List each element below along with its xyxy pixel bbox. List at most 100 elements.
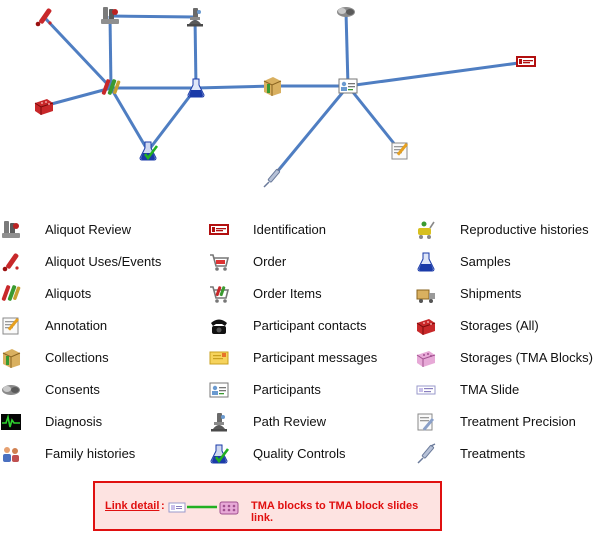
quality-controls-icon xyxy=(210,444,230,464)
storages-all-icon xyxy=(34,99,54,115)
samples-icon xyxy=(417,252,435,272)
path-review-icon xyxy=(211,413,227,432)
node-annotation[interactable] xyxy=(391,142,409,160)
edge-aliquots-quality-controls xyxy=(109,87,150,152)
legend-label: Samples xyxy=(460,254,511,269)
collections-icon xyxy=(2,349,21,368)
legend-label: Participant messages xyxy=(253,350,378,365)
node-storages-all[interactable] xyxy=(34,99,54,115)
aliquots-icon xyxy=(1,285,21,301)
diagram-edges xyxy=(42,11,527,179)
legend-label: Annotation xyxy=(45,318,108,333)
legend-item: Treatment Precision xyxy=(415,411,576,433)
collections-icon xyxy=(263,77,282,96)
participants-icon xyxy=(338,78,358,94)
legend-label: Consents xyxy=(45,382,100,397)
link-detail-box: Link detail : TMA blocks to TMA block sl… xyxy=(93,481,442,531)
diagnosis-icon xyxy=(1,413,21,430)
legend-label: Order Items xyxy=(253,286,322,301)
link-detail-label[interactable]: Link detail xyxy=(105,500,159,512)
legend-item: Samples xyxy=(415,251,511,273)
node-consents[interactable] xyxy=(337,7,355,17)
legend-item: Reproductive histories xyxy=(415,219,589,241)
link-detail-text: TMA blocks to TMA block slides link. xyxy=(251,500,419,524)
legend-item: Participant messages xyxy=(208,347,377,369)
legend-item: Participant contacts xyxy=(208,315,366,337)
legend-item: Family histories xyxy=(0,443,135,465)
participant-messages-icon xyxy=(209,351,229,365)
tma-slide-icon xyxy=(416,385,436,395)
legend-label: Identification xyxy=(253,222,326,237)
annotation-icon xyxy=(391,142,409,160)
node-collections[interactable] xyxy=(263,77,282,96)
legend-label: Quality Controls xyxy=(253,446,346,461)
legend-label: Shipments xyxy=(460,286,522,301)
legend-item: Aliquots xyxy=(0,283,91,305)
legend-label: Treatments xyxy=(460,446,526,461)
node-treatments[interactable] xyxy=(263,167,282,188)
legend-label: Aliquots xyxy=(45,286,92,301)
legend-label: Aliquot Uses/Events xyxy=(45,254,162,269)
legend-label: Path Review xyxy=(253,414,326,429)
legend-item: Diagnosis xyxy=(0,411,102,433)
legend-label: Family histories xyxy=(45,446,136,461)
legend-item: Collections xyxy=(0,347,109,369)
treatments-icon xyxy=(417,443,436,464)
edge-aliquot-review-aliquots xyxy=(108,15,113,89)
order-items-icon xyxy=(210,286,230,303)
edge-samples-collections xyxy=(195,84,273,90)
consents-icon xyxy=(2,385,20,395)
storages-tma-icon xyxy=(416,351,436,367)
aliquot-review-icon xyxy=(2,221,20,238)
edge-path-review-samples xyxy=(193,16,198,89)
edge-participants-annotation xyxy=(346,85,402,152)
legend-item: Aliquot Review xyxy=(0,219,131,241)
identification-icon xyxy=(209,224,229,235)
legend-item: Storages (TMA Blocks) xyxy=(415,347,593,369)
consents-icon xyxy=(337,7,355,17)
node-identification[interactable] xyxy=(516,56,536,67)
legend-item: Shipments xyxy=(415,283,521,305)
legend-label: Reproductive histories xyxy=(460,222,589,237)
legend-label: Order xyxy=(253,254,287,269)
node-participants[interactable] xyxy=(338,78,358,94)
legend-label: Aliquot Review xyxy=(45,222,131,237)
participant-contacts-icon xyxy=(211,319,227,334)
legend-item: Aliquot Uses/Events xyxy=(0,251,161,273)
legend-label: Storages (TMA Blocks) xyxy=(460,350,593,365)
legend-item: Quality Controls xyxy=(208,443,345,465)
edge-aliquot-review-path-review xyxy=(109,14,196,19)
legend-item: Storages (All) xyxy=(415,315,539,337)
legend-item: Participants xyxy=(208,379,321,401)
link-detail-colon: : xyxy=(161,500,165,512)
family-histories-icon xyxy=(3,447,19,462)
legend-item: TMA Slide xyxy=(415,379,519,401)
legend-label: Participant contacts xyxy=(253,318,367,333)
edge-samples-quality-controls xyxy=(146,87,198,152)
storages-all-icon xyxy=(416,319,436,335)
legend-label: Diagnosis xyxy=(45,414,103,429)
participants-icon xyxy=(209,382,229,398)
legend-label: TMA Slide xyxy=(460,382,520,397)
treatments-icon xyxy=(263,167,282,188)
legend-label: Collections xyxy=(45,350,109,365)
edge-participants-identification xyxy=(347,60,527,88)
storages-tma-icon xyxy=(219,501,239,515)
legend-item: Consents xyxy=(0,379,100,401)
treatment-precision-icon xyxy=(417,413,435,431)
legend-item: Order Items xyxy=(208,283,322,305)
edge-participants-treatments xyxy=(270,85,350,179)
link-detail-graphic xyxy=(168,501,239,515)
aliquot-uses-icon xyxy=(35,8,52,27)
edge-consents-participants xyxy=(344,11,350,87)
legend-label: Participants xyxy=(253,382,321,397)
legend-label: Treatment Precision xyxy=(460,414,576,429)
legend-item: Order xyxy=(208,251,286,273)
edge-storages-all-aliquots xyxy=(43,86,112,108)
tma-slide-icon xyxy=(168,502,186,513)
node-aliquot-uses[interactable] xyxy=(35,8,52,27)
legend-item: Treatments xyxy=(415,443,525,465)
edge-aliquot-uses-aliquots xyxy=(42,15,113,90)
order-icon xyxy=(210,254,230,271)
legend-item: Annotation xyxy=(0,315,107,337)
